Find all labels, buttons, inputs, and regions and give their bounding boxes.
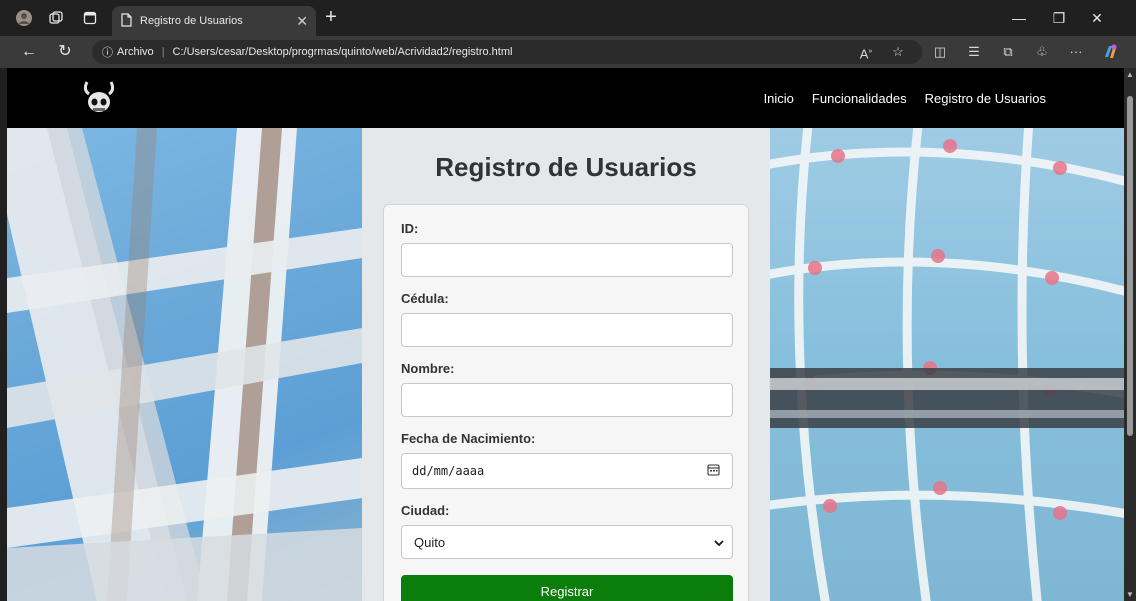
site-navbar: Inicio Funcionalidades Registro de Usuar… <box>7 68 1124 128</box>
nombre-label: Nombre: <box>401 361 455 376</box>
more-menu-icon[interactable]: ··· <box>1066 43 1086 61</box>
fecha-label: Fecha de Nacimiento: <box>401 431 536 446</box>
id-label: ID: <box>401 221 419 236</box>
nav-link-funcionalidades[interactable]: Funcionalidades <box>812 91 907 106</box>
registrar-button[interactable]: Registrar <box>401 575 733 601</box>
scroll-up-icon[interactable]: ▲ <box>1126 70 1134 79</box>
tab-actions-icon[interactable] <box>80 8 100 28</box>
date-placeholder: dd/mm/aaaa <box>412 464 485 478</box>
site-logo-helmet-icon[interactable] <box>79 78 119 118</box>
scrollbar-thumb[interactable] <box>1127 96 1133 436</box>
id-input[interactable] <box>401 243 733 277</box>
back-icon[interactable]: ← <box>18 42 40 62</box>
cedula-label: Cédula: <box>401 291 449 306</box>
collections-icon[interactable]: ⧉ <box>998 43 1018 61</box>
profile-avatar-icon[interactable] <box>14 8 34 28</box>
site-nav-links: Inicio Funcionalidades Registro de Usuar… <box>764 68 1046 128</box>
browser-tabbar: Registro de Usuarios ✕ + — ❐ ✕ <box>0 0 1136 36</box>
cedula-input[interactable] <box>401 313 733 347</box>
nav-link-registro[interactable]: Registro de Usuarios <box>925 91 1046 106</box>
ciudad-label: Ciudad: <box>401 503 450 518</box>
chevron-down-icon <box>714 535 724 550</box>
browser-toolbar: ← ↻ ⓘ Archivo | C:/Users/cesar/Desktop/p… <box>0 36 1136 68</box>
browser-tab-active[interactable]: Registro de Usuarios ✕ <box>112 6 316 36</box>
nombre-input[interactable] <box>401 383 733 417</box>
read-aloud-icon[interactable]: A» <box>856 43 876 61</box>
page-viewport: Inicio Funcionalidades Registro de Usuar… <box>7 68 1124 601</box>
minimize-icon[interactable]: — <box>1008 8 1030 28</box>
page-file-icon <box>120 12 132 30</box>
nav-link-inicio[interactable]: Inicio <box>764 91 794 106</box>
close-window-icon[interactable]: ✕ <box>1086 8 1108 28</box>
ciudad-selected-value: Quito <box>414 534 446 550</box>
background-art-left <box>7 128 362 601</box>
registration-panel: Registro de Usuarios ID: Cédula: Nombre:… <box>362 128 770 601</box>
restore-icon[interactable]: ❐ <box>1048 8 1070 28</box>
extensions-icon[interactable]: ♧ <box>1032 43 1052 61</box>
address-bar[interactable]: ⓘ Archivo | C:/Users/cesar/Desktop/progr… <box>92 40 922 64</box>
calendar-icon[interactable] <box>707 463 720 479</box>
info-icon[interactable]: ⓘ <box>102 44 113 60</box>
fecha-nacimiento-input[interactable]: dd/mm/aaaa <box>401 453 733 489</box>
page-scrollbar[interactable]: ▲ ▼ <box>1124 68 1136 601</box>
workspaces-icon[interactable] <box>46 8 66 28</box>
split-screen-icon[interactable]: ◫ <box>930 43 950 61</box>
refresh-icon[interactable]: ↻ <box>54 42 76 62</box>
tab-close-icon[interactable]: ✕ <box>296 13 308 30</box>
background-art-right <box>770 128 1124 601</box>
copilot-icon[interactable] <box>1100 43 1120 61</box>
url-text: C:/Users/cesar/Desktop/progrmas/quinto/w… <box>172 46 513 58</box>
favorite-star-icon[interactable]: ☆ <box>888 43 908 61</box>
ciudad-select[interactable]: Quito <box>401 525 733 559</box>
tab-title: Registro de Usuarios <box>140 15 243 27</box>
scroll-down-icon[interactable]: ▼ <box>1126 590 1134 599</box>
registration-form: ID: Cédula: Nombre: Fecha de Nacimiento:… <box>383 204 749 601</box>
page-title: Registro de Usuarios <box>435 152 697 182</box>
new-tab-icon[interactable]: + <box>320 7 342 29</box>
url-separator: | <box>161 46 165 58</box>
url-scheme-label: Archivo <box>117 46 154 58</box>
favorites-icon[interactable]: ☰ <box>964 43 984 61</box>
